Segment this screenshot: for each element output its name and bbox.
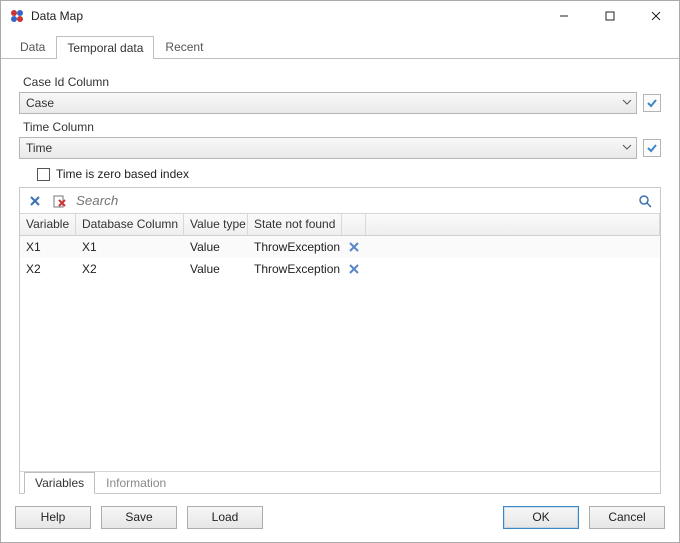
footer: Help Save Load OK Cancel: [1, 502, 679, 542]
titlebar: Data Map: [1, 1, 679, 31]
main-tabstrip: Data Temporal data Recent: [1, 35, 679, 59]
grid-subtabs: Variables Information: [20, 471, 660, 493]
cell-variable: X1: [20, 240, 76, 254]
grid-body: X1 X1 Value ThrowException X2 X2 Value T…: [20, 236, 660, 471]
tab-temporal-data[interactable]: Temporal data: [56, 36, 154, 59]
clear-icon[interactable]: [26, 192, 44, 210]
variables-grid: Variable Database Column Value type Stat…: [19, 187, 661, 494]
table-row[interactable]: X2 X2 Value ThrowException: [20, 258, 660, 280]
case-id-options-button[interactable]: [643, 94, 661, 112]
zero-index-checkbox[interactable]: [37, 168, 50, 181]
help-button[interactable]: Help: [15, 506, 91, 529]
col-value-type[interactable]: Value type: [184, 214, 248, 235]
cell-variable: X2: [20, 262, 76, 276]
case-id-label: Case Id Column: [23, 75, 661, 89]
clear-all-icon[interactable]: [50, 192, 68, 210]
subtab-variables[interactable]: Variables: [24, 472, 95, 494]
search-input[interactable]: [74, 191, 630, 211]
window: Data Map Data Temporal data Recent Case …: [0, 0, 680, 543]
time-column-combo[interactable]: Time: [19, 137, 637, 159]
row-delete-button[interactable]: [342, 264, 366, 274]
col-variable[interactable]: Variable: [20, 214, 76, 235]
save-button[interactable]: Save: [101, 506, 177, 529]
window-title: Data Map: [31, 9, 83, 23]
col-state-not-found[interactable]: State not found: [248, 214, 342, 235]
col-spacer: [366, 214, 660, 235]
subtab-information[interactable]: Information: [95, 472, 177, 494]
zero-index-checkbox-row: Time is zero based index: [37, 167, 661, 181]
ok-button[interactable]: OK: [503, 506, 579, 529]
app-icon: [9, 8, 25, 24]
col-database[interactable]: Database Column: [76, 214, 184, 235]
tab-data[interactable]: Data: [9, 35, 56, 58]
grid-toolbar: [20, 188, 660, 214]
cell-db: X1: [76, 240, 184, 254]
grid-header: Variable Database Column Value type Stat…: [20, 214, 660, 236]
chevron-down-icon: [622, 96, 632, 110]
content-area: Case Id Column Case Time Column Time: [1, 59, 679, 502]
chevron-down-icon: [622, 141, 632, 155]
search-icon[interactable]: [636, 192, 654, 210]
cell-vtype: Value: [184, 262, 248, 276]
case-id-value: Case: [26, 96, 54, 110]
minimize-button[interactable]: [541, 1, 587, 31]
cancel-button[interactable]: Cancel: [589, 506, 665, 529]
time-column-options-button[interactable]: [643, 139, 661, 157]
col-actions: [342, 214, 366, 235]
close-button[interactable]: [633, 1, 679, 31]
zero-index-label: Time is zero based index: [56, 167, 189, 181]
time-column-value: Time: [26, 141, 52, 155]
table-row[interactable]: X1 X1 Value ThrowException: [20, 236, 660, 258]
maximize-button[interactable]: [587, 1, 633, 31]
time-column-label: Time Column: [23, 120, 661, 134]
row-delete-button[interactable]: [342, 242, 366, 252]
tab-recent[interactable]: Recent: [154, 35, 214, 58]
cell-snf: ThrowException: [248, 262, 342, 276]
cell-snf: ThrowException: [248, 240, 342, 254]
cell-vtype: Value: [184, 240, 248, 254]
cell-db: X2: [76, 262, 184, 276]
load-button[interactable]: Load: [187, 506, 263, 529]
case-id-combo[interactable]: Case: [19, 92, 637, 114]
